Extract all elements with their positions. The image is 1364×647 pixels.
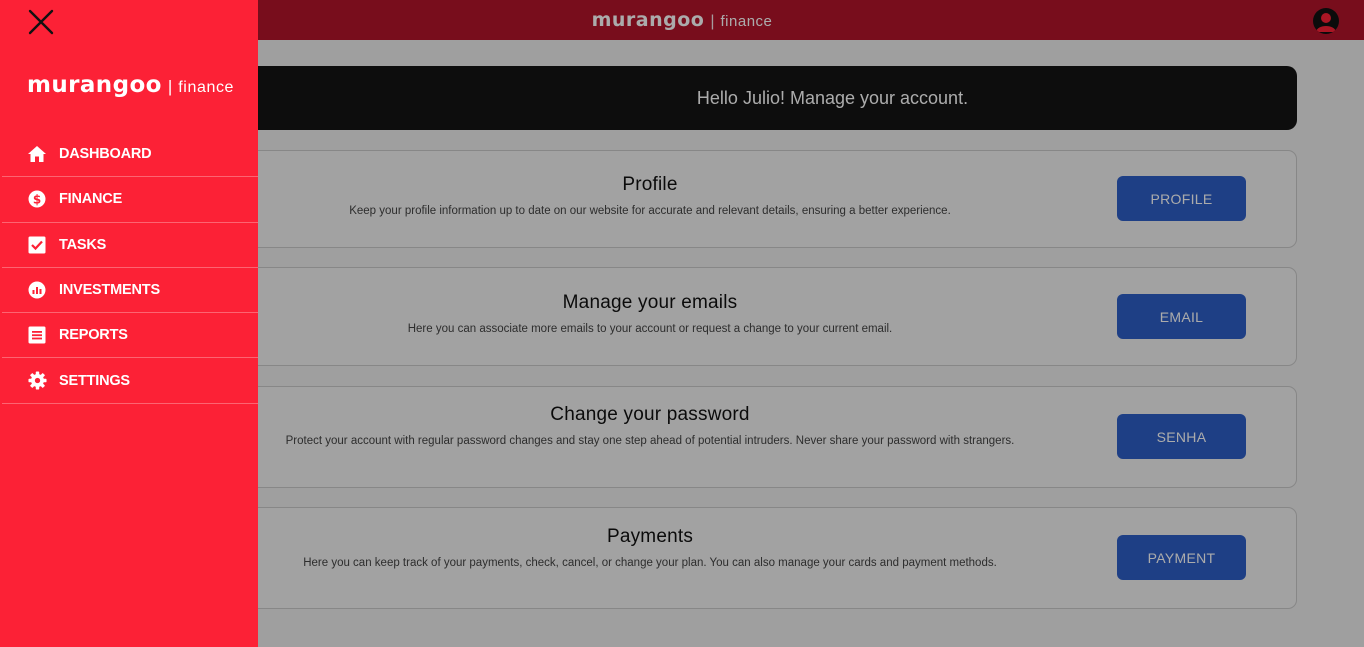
side-drawer: murangoo | finance DASHBOARD $ FINANCE T… [0,0,258,647]
nav-item-label: SETTINGS [59,372,130,389]
nav-item-label: FINANCE [59,191,123,208]
nav-item-settings[interactable]: SETTINGS [2,358,258,404]
nav-item-reports[interactable]: REPORTS [2,313,258,359]
drawer-brand-sub: finance [178,79,235,96]
drawer-nav: DASHBOARD $ FINANCE TASKS INVESTMENTS RE… [2,132,258,404]
home-icon [27,144,47,164]
drawer-brand-name: murangoo [27,72,162,98]
chart-icon [27,280,47,300]
nav-item-dashboard[interactable]: DASHBOARD [2,132,258,178]
nav-item-label: REPORTS [59,327,128,344]
list-icon [27,325,47,345]
nav-item-label: DASHBOARD [59,146,152,163]
checkbox-icon [27,235,47,255]
nav-item-label: INVESTMENTS [59,282,160,299]
nav-item-finance[interactable]: $ FINANCE [2,177,258,223]
dollar-icon: $ [27,189,47,209]
svg-text:$: $ [33,193,41,207]
nav-item-label: TASKS [59,236,107,253]
gear-icon [27,371,47,391]
drawer-logo[interactable]: murangoo | finance [27,72,234,98]
close-icon[interactable] [27,8,55,36]
nav-item-tasks[interactable]: TASKS [2,223,258,268]
drawer-brand-separator: | [167,77,173,96]
nav-item-investments[interactable]: INVESTMENTS [2,268,258,314]
